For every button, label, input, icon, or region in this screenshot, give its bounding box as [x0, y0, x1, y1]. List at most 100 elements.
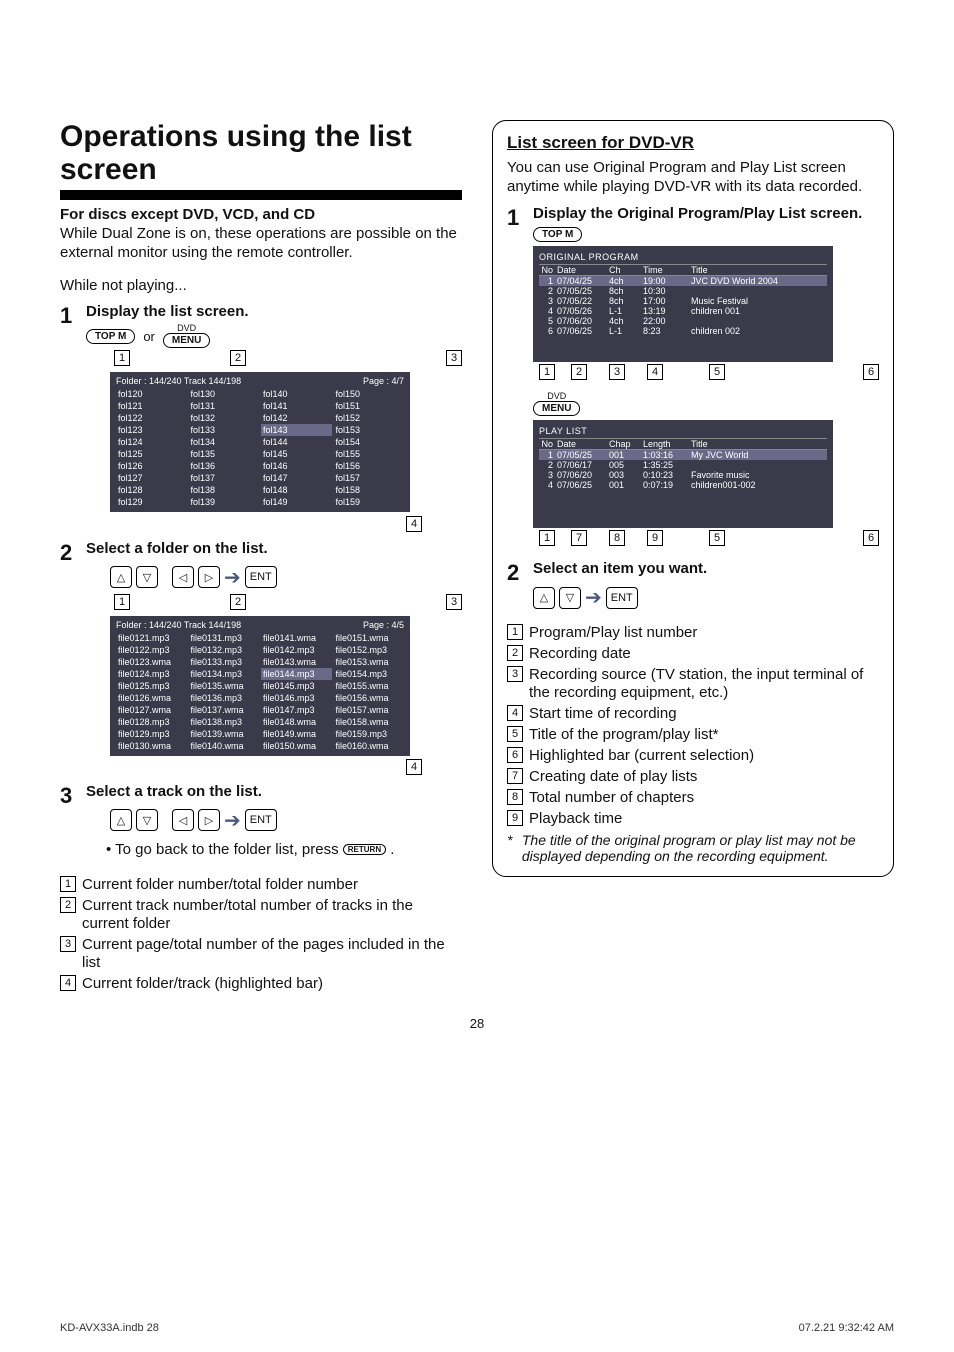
legend-list-left: 1Current folder number/total folder numb…	[60, 876, 462, 993]
folder-cell: fol130	[189, 388, 260, 400]
folder-cell: fol155	[334, 448, 405, 460]
up-button[interactable]: △	[110, 809, 132, 831]
folder-cell: fol147	[261, 472, 332, 484]
right-button[interactable]: ▷	[198, 566, 220, 588]
folder-header: Folder : 144/240 Track 144/198	[116, 376, 241, 386]
file-cell: file0145.mp3	[261, 680, 332, 692]
right-button[interactable]: ▷	[198, 809, 220, 831]
left-column: Operations using the list screen For dis…	[60, 120, 462, 996]
op-row: 307/05/228ch17:00Music Festival	[539, 296, 827, 306]
folder-cell: fol129	[116, 496, 187, 508]
legend-item: 3Recording source (TV station, the input…	[507, 666, 879, 702]
dvd-label: DVD	[547, 392, 566, 401]
page-columns: Operations using the list screen For dis…	[60, 120, 894, 996]
file-cell: file0122.mp3	[116, 644, 187, 656]
topm-button[interactable]: TOP M	[533, 227, 582, 242]
folder-cell: fol138	[189, 484, 260, 496]
topm-button[interactable]: TOP M	[86, 329, 135, 344]
callout-1: 1	[114, 350, 130, 366]
folder-cell: fol159	[334, 496, 405, 508]
callout-1: 1	[114, 594, 130, 610]
folder-cell: fol151	[334, 400, 405, 412]
legend-item: 1Program/Play list number	[507, 624, 879, 642]
op-header-row: No Date Ch Time Title	[539, 264, 827, 276]
folder-cell: fol148	[261, 484, 332, 496]
file-cell: file0138.mp3	[189, 716, 260, 728]
folder-cell: fol127	[116, 472, 187, 484]
dvdvr-panel: List screen for DVD-VR You can use Origi…	[492, 120, 894, 877]
file-cell: file0154.mp3	[334, 668, 405, 680]
pl-title: PLAY LIST	[539, 424, 827, 438]
file-cell: file0151.wma	[334, 632, 405, 644]
file-cell: file0142.mp3	[261, 644, 332, 656]
file-cell: file0130.wma	[116, 740, 187, 752]
go-back-note: • To go back to the folder list, press R…	[106, 841, 462, 858]
ent-button[interactable]: ENT	[606, 587, 638, 609]
nav-controls-2: △ ▽ ◁ ▷ ➔ ENT	[110, 808, 462, 833]
left-button[interactable]: ◁	[172, 809, 194, 831]
screen1-callouts-top: 1 2 3	[114, 350, 462, 366]
file-cell: file0157.wma	[334, 704, 405, 716]
file-cell: file0158.wma	[334, 716, 405, 728]
panel-step-2: 2 Select an item you want. △ ▽ ➔ ENT	[507, 560, 879, 614]
callout-3: 3	[446, 350, 462, 366]
op-row: 507/06/204ch22:00	[539, 316, 827, 326]
folder-cell: fol158	[334, 484, 405, 496]
ent-button[interactable]: ENT	[245, 809, 277, 831]
step-number: 2	[60, 540, 80, 566]
file-cell: file0153.wma	[334, 656, 405, 668]
page-indicator: Page : 4/7	[363, 376, 404, 386]
down-button[interactable]: ▽	[559, 587, 581, 609]
pl-row: 107/05/250011:03:16My JVC World	[539, 450, 827, 460]
pl-row: 407/06/250010:07:19children001-002	[539, 480, 827, 490]
folder-cell: fol152	[334, 412, 405, 424]
page-number: 28	[60, 1016, 894, 1031]
step-3: 3 Select a track on the list. △ ▽ ◁ ▷ ➔ …	[60, 783, 462, 866]
file-cell: file0129.mp3	[116, 728, 187, 740]
up-button[interactable]: △	[533, 587, 555, 609]
folder-cell: fol120	[116, 388, 187, 400]
file-cell: file0149.wma	[261, 728, 332, 740]
legend-item: 7Creating date of play lists	[507, 768, 879, 786]
step-3-title: Select a track on the list.	[86, 783, 262, 800]
return-button[interactable]: RETURN	[343, 844, 386, 855]
callout-2: 2	[230, 350, 246, 366]
legend-list-right: 1Program/Play list number2Recording date…	[507, 624, 879, 828]
folder-cell: fol156	[334, 460, 405, 472]
page-indicator-2: Page : 4/5	[363, 620, 404, 630]
screen2-callouts-top: 1 2 3	[114, 594, 462, 610]
subhead: For discs except DVD, VCD, and CD	[60, 206, 462, 223]
intro-text: While Dual Zone is on, these operations …	[60, 225, 462, 263]
file-cell: file0135.wma	[189, 680, 260, 692]
callout-2: 2	[230, 594, 246, 610]
file-cell: file0134.mp3	[189, 668, 260, 680]
folder-cell: fol133	[189, 424, 260, 436]
legend-item: 5Title of the program/play list*	[507, 726, 879, 744]
up-button[interactable]: △	[110, 566, 132, 588]
op-title: ORIGINAL PROGRAM	[539, 250, 827, 264]
left-button[interactable]: ◁	[172, 566, 194, 588]
folder-cell: fol144	[261, 436, 332, 448]
folder-cell: fol154	[334, 436, 405, 448]
nav-controls-3: △ ▽ ➔ ENT	[533, 585, 879, 610]
file-cell: file0125.mp3	[116, 680, 187, 692]
folder-cell: fol137	[189, 472, 260, 484]
file-cell: file0148.wma	[261, 716, 332, 728]
legend-item: 8Total number of chapters	[507, 789, 879, 807]
file-cell: file0144.mp3	[261, 668, 332, 680]
while-text: While not playing...	[60, 277, 462, 296]
menu-button[interactable]: MENU	[163, 333, 210, 348]
down-button[interactable]: ▽	[136, 809, 158, 831]
menu-button[interactable]: MENU	[533, 401, 580, 416]
legend-item: 9Playback time	[507, 810, 879, 828]
arrow-icon: ➔	[224, 808, 241, 833]
ent-button[interactable]: ENT	[245, 566, 277, 588]
folder-cell: fol123	[116, 424, 187, 436]
arrow-icon: ➔	[224, 565, 241, 590]
legend-item: 3Current page/total number of the pages …	[60, 936, 462, 972]
file-list-screen: Folder : 144/240 Track 144/198 Page : 4/…	[110, 616, 410, 756]
folder-cell: fol139	[189, 496, 260, 508]
folder-cell: fol135	[189, 448, 260, 460]
folder-cell: fol157	[334, 472, 405, 484]
down-button[interactable]: ▽	[136, 566, 158, 588]
